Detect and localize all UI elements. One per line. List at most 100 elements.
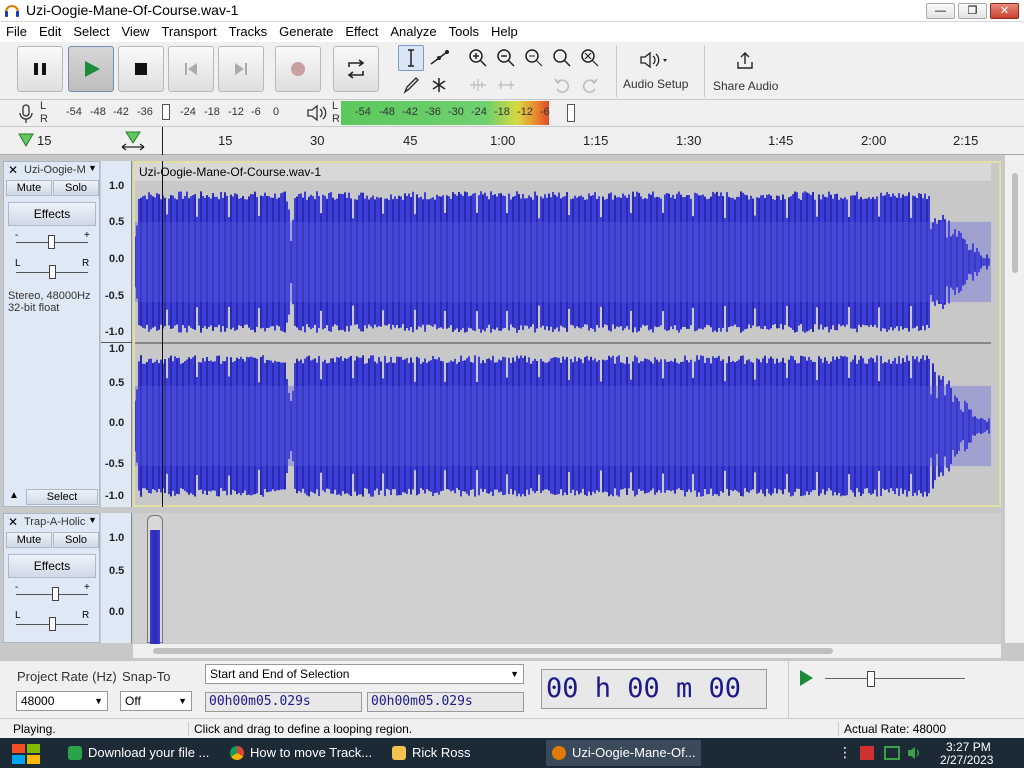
record-level-handle[interactable] [162, 104, 170, 120]
track1-close-icon[interactable]: ✕ [8, 163, 18, 177]
selection-end-time[interactable]: 00h00m05.029s [367, 692, 524, 712]
fit-selection-button[interactable] [521, 45, 547, 71]
record-button[interactable] [275, 46, 321, 92]
track2-mute-button[interactable]: Mute [6, 532, 52, 548]
play-at-speed-icon[interactable] [795, 667, 817, 689]
fit-project-button[interactable] [549, 45, 575, 71]
minimize-button[interactable]: — [926, 3, 955, 19]
track2-gain-plus: + [84, 582, 90, 593]
track2-gain-slider[interactable] [52, 587, 59, 601]
taskbar-item-audacity[interactable]: Uzi-Oogie-Mane-Of... [546, 740, 701, 766]
zoom-toggle-button[interactable] [577, 45, 603, 71]
horizontal-scrollbar[interactable] [133, 644, 1001, 658]
record-meter[interactable]: -54 -48 -42 -36 -24 -18 -12 -6 0 [50, 102, 290, 124]
stop-button[interactable] [118, 46, 164, 92]
menu-help[interactable]: Help [485, 22, 524, 42]
skip-to-start-button[interactable] [168, 46, 214, 92]
audio-setup-button[interactable]: Audio Setup [616, 45, 694, 97]
taskbar-item-chrome[interactable]: How to move Track... [224, 740, 379, 766]
menu-transport[interactable]: Transport [155, 22, 222, 42]
track2-name[interactable]: Trap-A-Holic [24, 516, 85, 528]
track2-solo-button[interactable]: Solo [53, 532, 99, 548]
speed-slider[interactable] [867, 671, 875, 687]
taskbar-item-folder[interactable]: Rick Ross [386, 740, 536, 766]
snap-to-select[interactable]: Off ▼ [120, 691, 192, 711]
taskbar-item-download[interactable]: Download your file ... [62, 740, 217, 766]
menu-generate[interactable]: Generate [273, 22, 339, 42]
loop-button[interactable] [333, 46, 379, 92]
track1-collapse-icon[interactable]: ▲ [9, 490, 19, 501]
menu-analyze[interactable]: Analyze [384, 22, 442, 42]
tray-overflow-icon[interactable]: ⋮ [838, 744, 852, 761]
skip-to-end-button[interactable] [218, 46, 264, 92]
envelope-tool[interactable] [426, 45, 452, 71]
track1-mute-button[interactable]: Mute [6, 180, 52, 196]
share-audio-button[interactable]: Share Audio [704, 45, 784, 97]
track1-clip-header[interactable]: Uzi-Oogie-Mane-Of-Course.wav-1 [135, 163, 991, 181]
menu-tools[interactable]: Tools [443, 22, 485, 42]
track1-clip[interactable]: Uzi-Oogie-Mane-Of-Course.wav-1 [133, 161, 1001, 507]
track1-select-button[interactable]: Select [26, 489, 98, 505]
menu-select[interactable]: Select [67, 22, 115, 42]
undo-button[interactable] [549, 72, 575, 98]
microphone-icon[interactable] [18, 104, 34, 124]
volume-icon[interactable] [906, 745, 922, 761]
chrome-icon [230, 746, 244, 760]
windows-start-icon[interactable] [10, 742, 42, 766]
playback-meter[interactable]: -54 -48 -42 -36 -30 -24 -18 -12 -6 [341, 101, 579, 125]
track2-close-icon[interactable]: ✕ [8, 515, 18, 529]
zoom-out-button[interactable] [493, 45, 519, 71]
play-region-cursor-icon[interactable] [120, 131, 146, 153]
clock-time[interactable]: 3:27 PM [946, 740, 991, 754]
clock-date[interactable]: 2/27/2023 [940, 753, 993, 767]
project-rate-select[interactable]: 48000 ▼ [16, 691, 108, 711]
redo-button[interactable] [577, 72, 603, 98]
track1-solo-button[interactable]: Solo [53, 180, 99, 196]
close-button[interactable]: ✕ [990, 3, 1019, 19]
track1-waveform[interactable] [135, 181, 991, 505]
scale-label: 0.5 [109, 377, 125, 389]
track2-clip[interactable] [147, 515, 163, 644]
menu-effect[interactable]: Effect [339, 22, 384, 42]
pause-button[interactable] [17, 46, 63, 92]
menu-edit[interactable]: Edit [33, 22, 67, 42]
trim-button[interactable] [465, 72, 491, 98]
timeline-tick: 1:45 [768, 133, 794, 148]
track1-effects-button[interactable]: Effects [8, 202, 96, 226]
menu-view[interactable]: View [116, 22, 156, 42]
zoom-out-icon [497, 49, 515, 67]
zoom-in-button[interactable] [465, 45, 491, 71]
maximize-button[interactable]: ❐ [958, 3, 987, 19]
track2-vertical-ruler: 1.0 0.5 0.0 [101, 513, 132, 643]
track1-name[interactable]: Uzi-Oogie-M [24, 164, 86, 176]
selection-start-time[interactable]: 00h00m05.029s [205, 692, 362, 712]
network-icon[interactable] [884, 746, 900, 760]
selection-tool[interactable] [398, 45, 424, 71]
selection-mode-select[interactable]: Start and End of Selection ▼ [205, 664, 524, 684]
menu-file[interactable]: File [0, 22, 33, 42]
timeline-ruler[interactable]: 15 15 30 45 1:00 1:15 1:30 1:45 2:00 2:1… [0, 127, 1024, 155]
track2-area[interactable] [133, 513, 1001, 644]
track2-control-panel: ✕ Trap-A-Holic ▼ Mute Solo Effects - + L… [3, 513, 100, 643]
track2-effects-button[interactable]: Effects [8, 554, 96, 578]
audio-position-time[interactable]: 00 h 00 m 00 s [541, 669, 767, 742]
play-head-triangle-icon[interactable] [18, 133, 34, 147]
multi-tool[interactable] [426, 72, 452, 98]
play-tick: -54 [355, 106, 371, 118]
track1-pan-slider[interactable] [49, 265, 56, 279]
track1-menu-chevron-icon[interactable]: ▼ [88, 163, 97, 173]
vertical-scroll-thumb[interactable] [1012, 173, 1018, 273]
playback-level-handle[interactable] [567, 104, 575, 122]
flag-icon[interactable] [860, 746, 874, 760]
pause-icon [34, 63, 46, 75]
track2-menu-chevron-icon[interactable]: ▼ [88, 515, 97, 525]
vertical-scrollbar[interactable] [1005, 155, 1024, 643]
play-button[interactable] [68, 46, 114, 92]
playback-speaker-icon[interactable] [306, 104, 328, 122]
track2-pan-slider[interactable] [49, 617, 56, 631]
silence-button[interactable] [493, 72, 519, 98]
menu-tracks[interactable]: Tracks [223, 22, 274, 42]
draw-tool[interactable] [398, 72, 424, 98]
track1-gain-slider[interactable] [48, 235, 55, 249]
horizontal-scroll-thumb[interactable] [153, 648, 833, 654]
